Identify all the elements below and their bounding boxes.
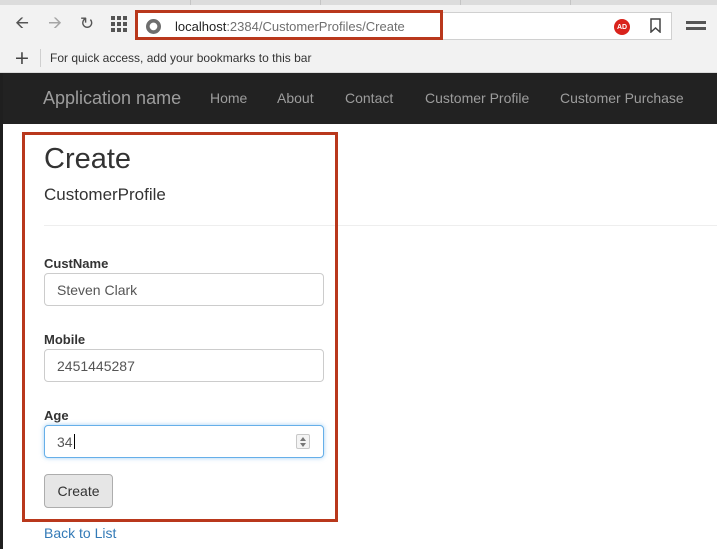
nav-customer-profile[interactable]: Customer Profile — [425, 90, 529, 106]
nav-about[interactable]: About — [277, 90, 314, 106]
app-navbar: Application name Home About Contact Cust… — [3, 73, 717, 124]
nav-home[interactable]: Home — [210, 90, 247, 106]
url-highlight-box — [135, 10, 443, 40]
back-icon[interactable]: 🡨 — [11, 13, 33, 35]
nav-customer-purchase[interactable]: Customer Purchase — [560, 90, 684, 106]
separator — [40, 49, 41, 67]
bookmarks-bar: + For quick access, add your bookmarks t… — [0, 43, 717, 73]
menu-icon[interactable] — [686, 21, 706, 33]
nav-contact[interactable]: Contact — [345, 90, 393, 106]
add-bookmark-icon[interactable]: + — [14, 47, 30, 69]
reload-icon[interactable]: ↻ — [76, 13, 98, 35]
brand-link[interactable]: Application name — [43, 88, 181, 109]
apps-icon[interactable] — [108, 13, 130, 35]
back-to-list-link[interactable]: Back to List — [44, 525, 116, 541]
forward-icon[interactable]: 🡪 — [44, 13, 66, 35]
form-highlight-box — [22, 132, 338, 522]
bookmarks-bar-hint: For quick access, add your bookmarks to … — [50, 51, 312, 65]
adblock-icon[interactable]: AD — [614, 19, 630, 35]
bookmark-icon[interactable] — [650, 18, 661, 34]
